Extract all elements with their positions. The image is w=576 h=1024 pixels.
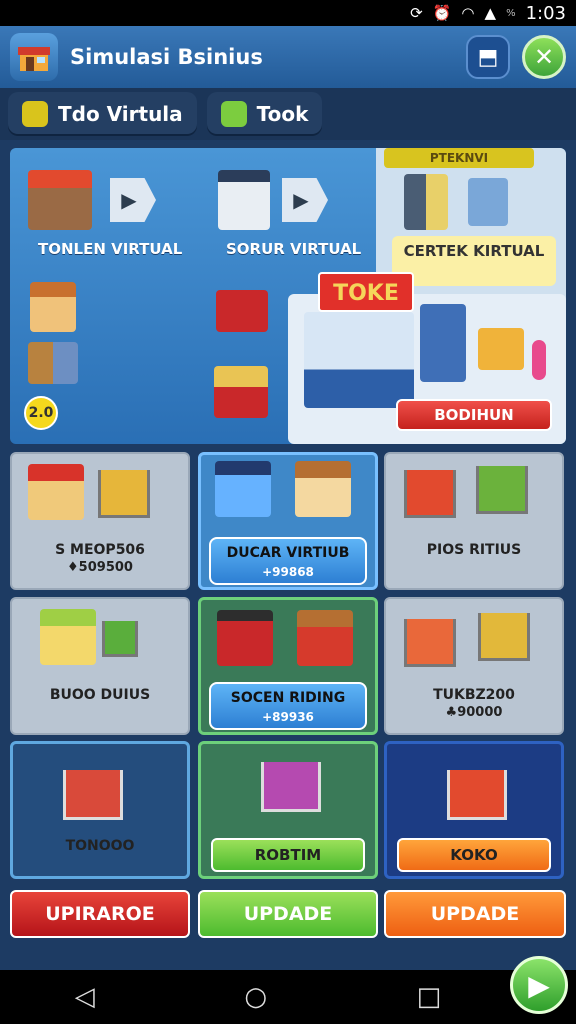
fridge-icon xyxy=(28,342,78,384)
certek-label: CERTEK KIRTUAL xyxy=(392,236,556,286)
alarm-icon: ⏰ xyxy=(432,4,452,22)
shop-card[interactable]: TUKBZ200 ♣90000 xyxy=(384,597,564,735)
shelf-icon xyxy=(468,178,508,226)
close-icon[interactable]: ✕ xyxy=(522,35,566,79)
kiosk-icon xyxy=(28,170,92,230)
cart-icon xyxy=(102,621,138,657)
shop-card[interactable]: BUOO DUIUS xyxy=(10,597,190,735)
home-icon[interactable]: ○ xyxy=(244,982,267,1012)
card-label: BUOO DUIUS xyxy=(49,687,151,703)
card-pill[interactable]: SOCEN RIDING +89936 xyxy=(209,682,367,730)
featured-banner: ▶ TONLEN VIRTUAL ▶ SORUR VIRTUAL 2.0 PTE… xyxy=(10,148,566,444)
banner-item-label: SORUR VIRTUAL xyxy=(226,240,362,258)
tab-took[interactable]: Took xyxy=(206,92,323,136)
pin-icon xyxy=(22,101,48,127)
cart-red-icon xyxy=(214,366,268,418)
card-label: TONOOO xyxy=(65,838,135,854)
status-bar: ⟳ ⏰ ◠ ▲ % 1:03 xyxy=(0,0,576,26)
update-button[interactable]: UPDADE xyxy=(198,890,378,938)
shop-card[interactable]: PIOS RITIUS xyxy=(384,452,564,590)
bookmark-icon[interactable]: ⬒ xyxy=(466,35,510,79)
banner-item-label: TONLEN VIRTUAL xyxy=(38,240,183,258)
update-button[interactable]: UPDADE xyxy=(384,890,566,938)
shop-card[interactable]: DUCAR VIRTIUB +99868 xyxy=(198,452,378,590)
store-icon xyxy=(28,464,84,520)
card-cta-button[interactable]: ROBTIM xyxy=(211,838,365,872)
cart-red-icon xyxy=(216,290,268,332)
vending-machine-icon xyxy=(215,461,271,517)
cart-icon xyxy=(98,470,150,518)
shop-card[interactable]: ROBTIM xyxy=(198,741,378,879)
store-icon xyxy=(295,461,351,517)
cart-icon xyxy=(404,470,456,518)
tab-virtual[interactable]: Tdo Virtula xyxy=(8,92,197,136)
tab-bar: Tdo Virtula Took xyxy=(0,88,576,140)
status-time: 1:03 xyxy=(525,2,566,24)
sync-icon: ⟳ xyxy=(410,4,423,22)
cart-red-icon xyxy=(217,610,273,666)
chest-icon xyxy=(297,610,353,666)
store-building xyxy=(304,312,414,408)
shop-card[interactable]: SOCEN RIDING +89936 xyxy=(198,597,378,735)
card-cta-button[interactable]: KOKO xyxy=(397,838,551,872)
play-button[interactable]: ▶ xyxy=(282,178,328,222)
card-label: PIOS RITIUS xyxy=(426,542,522,558)
version-badge: 2.0 xyxy=(24,396,58,430)
wifi-icon: ◠ xyxy=(461,4,475,22)
cart-icon xyxy=(261,762,321,812)
app-bar: Simulasi Bsinius ⬒ ✕ xyxy=(0,26,576,88)
shop-card[interactable]: S MEOP506 ♦509500 xyxy=(10,452,190,590)
shop-card[interactable]: TONOOO xyxy=(10,741,190,879)
card-label: SOCEN RIDING xyxy=(230,690,346,706)
cart-icon xyxy=(478,328,524,370)
card-price: ♦509500 xyxy=(67,560,133,575)
card-label: DUCAR VIRTIUB xyxy=(226,545,350,561)
app-title: Simulasi Bsinius xyxy=(70,45,263,69)
card-price: ♣90000 xyxy=(445,705,503,720)
signal-icon: ▲ xyxy=(484,4,497,22)
back-icon[interactable]: ◁ xyxy=(75,982,95,1012)
store-sign: TOKE xyxy=(318,272,414,312)
banner-action-button[interactable]: BODIHUN xyxy=(396,399,552,431)
card-price: +89936 xyxy=(262,710,314,724)
update-button[interactable]: UPIRAROE xyxy=(10,890,190,938)
tab-label: Took xyxy=(256,102,309,126)
box-icon xyxy=(220,101,247,127)
system-nav-bar: ◁ ○ □ xyxy=(0,970,576,1024)
cart-icon xyxy=(447,770,507,820)
store-icon xyxy=(30,282,76,332)
battery-text: % xyxy=(506,7,516,19)
shop-logo-icon xyxy=(10,33,58,81)
shop-card[interactable]: KOKO xyxy=(384,741,564,879)
card-pill[interactable]: DUCAR VIRTIUB +99868 xyxy=(209,537,367,585)
play-fab-icon[interactable]: ▶ xyxy=(510,956,568,1014)
vending-machine-icon xyxy=(404,174,448,230)
play-button[interactable]: ▶ xyxy=(110,178,156,222)
shelf-icon xyxy=(420,304,466,382)
recents-icon[interactable]: □ xyxy=(417,982,442,1012)
vending-machine-icon xyxy=(218,170,270,230)
card-price: +99868 xyxy=(262,565,314,579)
cart-icon xyxy=(476,466,528,514)
cart-icon xyxy=(63,770,123,820)
cart-icon xyxy=(478,613,530,661)
cart-icon xyxy=(404,619,456,667)
promo-chip: PTEKNVI xyxy=(384,148,534,168)
tab-label: Tdo Virtula xyxy=(58,102,183,126)
card-label: TUKBZ200 xyxy=(433,687,515,703)
card-label: S MEOP506 xyxy=(55,542,145,558)
kiosk-icon xyxy=(40,609,96,665)
person-icon xyxy=(532,340,546,380)
